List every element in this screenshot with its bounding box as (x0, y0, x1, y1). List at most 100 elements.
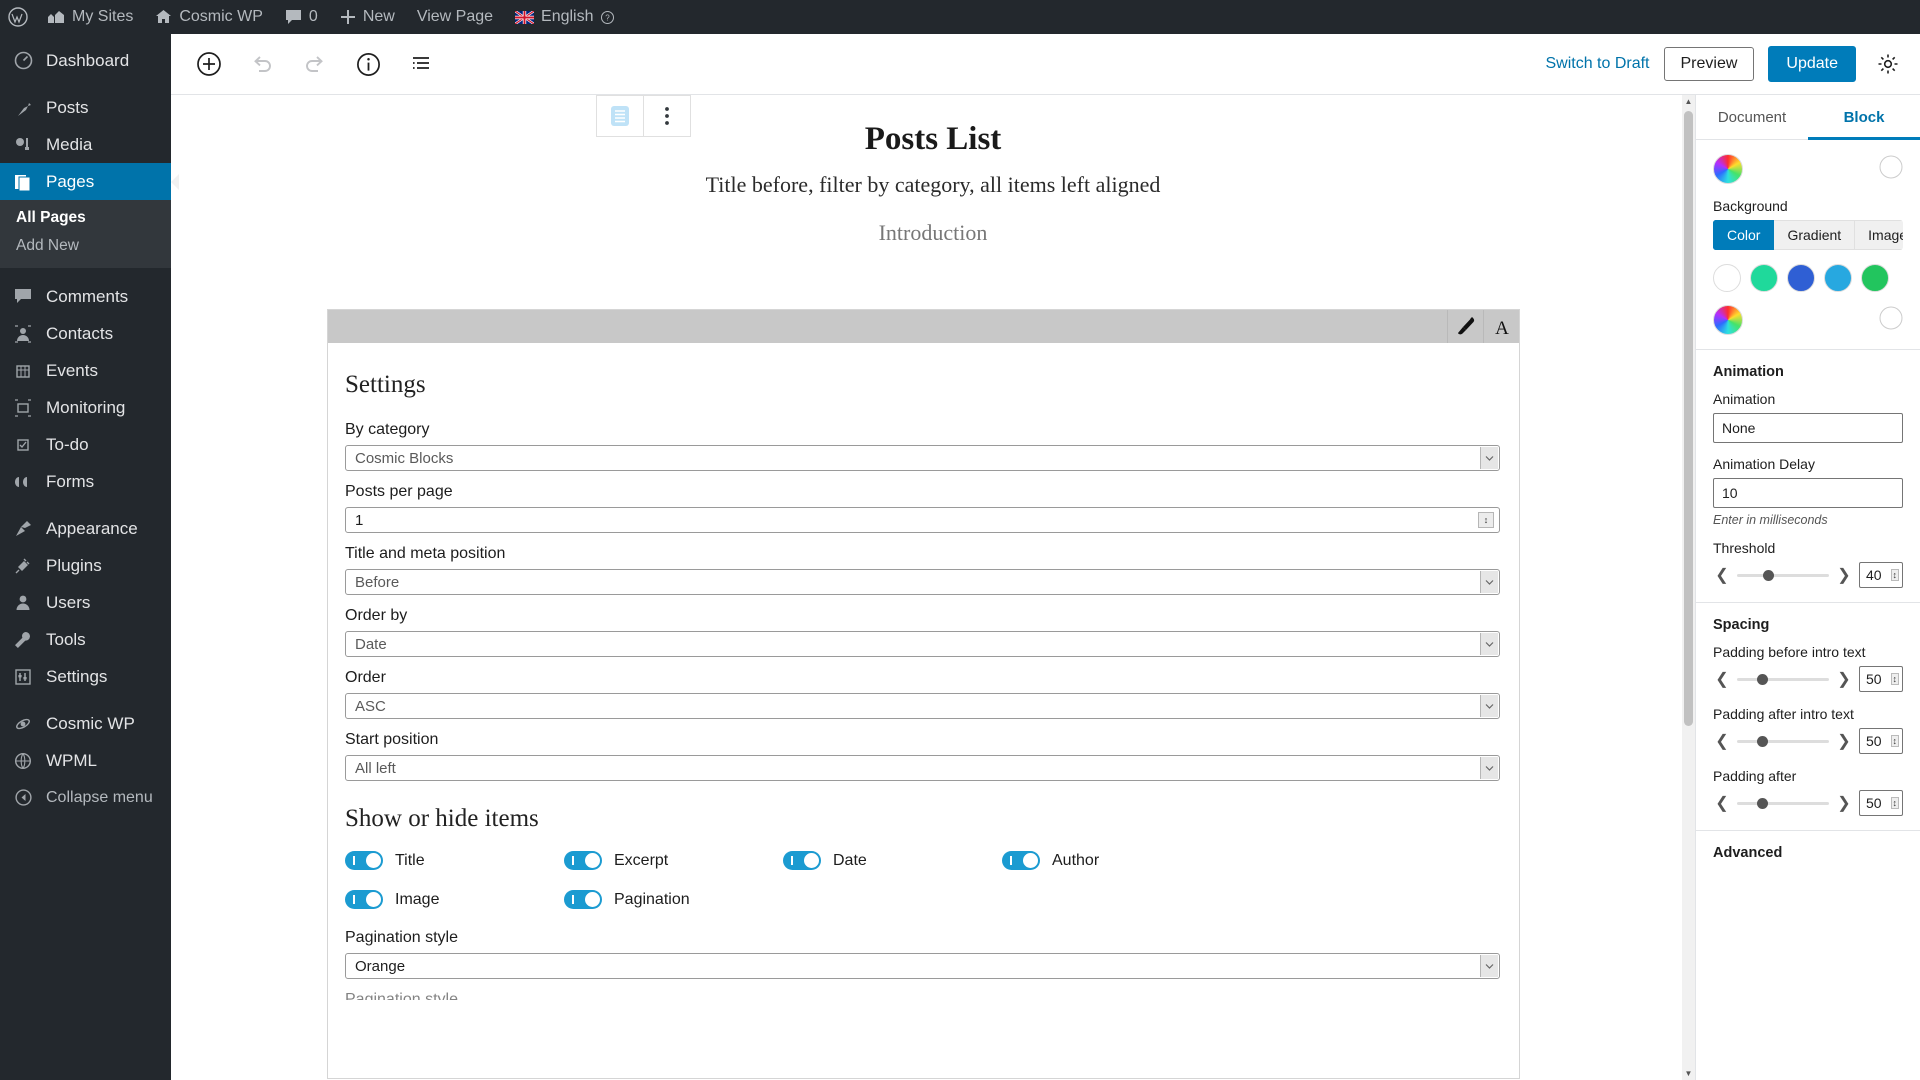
swatch-green[interactable] (1750, 264, 1778, 292)
posts-per-page-input[interactable]: 1 ↕ (345, 507, 1500, 533)
intro-text[interactable]: Introduction (171, 198, 1695, 246)
toggle-switch[interactable] (564, 851, 602, 870)
sidebar-item-events[interactable]: Events (0, 352, 171, 389)
typography-icon[interactable]: A (1483, 310, 1519, 343)
swatch-light-blue[interactable] (1824, 264, 1852, 292)
padding-after-slider[interactable] (1737, 797, 1829, 809)
toggle-author[interactable]: Author (1002, 851, 1221, 870)
padding-after-intro-slider[interactable] (1737, 735, 1829, 747)
toggle-image[interactable]: Image (345, 890, 564, 909)
chevron-left-icon[interactable]: ❮ (1713, 669, 1731, 689)
update-button[interactable]: Update (1768, 46, 1856, 82)
adminbar-new[interactable]: New (329, 0, 406, 34)
toggle-switch[interactable] (1002, 851, 1040, 870)
canvas-scrollbar[interactable]: ▲ ▼ (1682, 95, 1695, 1080)
sidebar-item-to-do[interactable]: To-do (0, 426, 171, 463)
sidebar-item-wpml[interactable]: WPML (0, 742, 171, 779)
sidebar-item-media[interactable]: Media (0, 126, 171, 163)
page-subtitle[interactable]: Title before, filter by category, all it… (171, 158, 1695, 198)
threshold-slider[interactable] (1737, 569, 1829, 581)
swatch-white[interactable] (1713, 264, 1741, 292)
settings-gear-icon[interactable] (1870, 46, 1906, 82)
number-stepper-icon[interactable]: ↕ (1478, 512, 1494, 528)
bg-tab-gradient[interactable]: Gradient (1774, 220, 1856, 250)
custom-color-swatch[interactable] (1713, 305, 1743, 335)
animation-select[interactable]: None (1713, 413, 1903, 443)
tab-document[interactable]: Document (1696, 95, 1808, 139)
submenu-item-all-pages[interactable]: All Pages (0, 204, 171, 232)
adminbar-comments[interactable]: 0 (274, 0, 329, 34)
chevron-right-icon[interactable]: ❯ (1835, 793, 1853, 813)
adminbar-language[interactable]: English ? (504, 0, 624, 34)
sidebar-item-pages[interactable]: Pages (0, 163, 179, 200)
scroll-up-icon[interactable]: ▲ (1682, 95, 1695, 108)
order-select[interactable]: ASC (345, 693, 1500, 719)
sidebar-item-cosmic-wp[interactable]: Cosmic WP (0, 705, 171, 742)
toggle-switch[interactable] (345, 851, 383, 870)
animation-delay-input[interactable]: 10 (1713, 478, 1903, 508)
sidebar-item-settings[interactable]: Settings (0, 658, 171, 695)
adminbar-my-sites[interactable]: My Sites (36, 0, 144, 34)
toggle-pagination[interactable]: Pagination (564, 890, 783, 909)
scroll-down-icon[interactable]: ▼ (1682, 1067, 1695, 1080)
advanced-section[interactable]: Advanced (1696, 831, 1920, 875)
color-options-icon[interactable] (1879, 155, 1903, 184)
collapse-menu-button[interactable]: Collapse menu (0, 779, 171, 816)
block-type-icon[interactable] (597, 96, 643, 136)
chevron-right-icon[interactable]: ❯ (1835, 669, 1853, 689)
number-stepper-icon[interactable]: ↕ (1890, 569, 1899, 581)
toggle-date[interactable]: Date (783, 851, 1002, 870)
sidebar-item-dashboard[interactable]: Dashboard (0, 42, 171, 79)
adminbar-wordpress-logo[interactable] (0, 0, 36, 34)
sidebar-item-monitoring[interactable]: Monitoring (0, 389, 171, 426)
undo-icon[interactable] (244, 46, 280, 82)
padding-before-intro-slider[interactable] (1737, 673, 1829, 685)
redo-icon[interactable] (297, 46, 333, 82)
chevron-right-icon[interactable]: ❯ (1835, 731, 1853, 751)
number-stepper-icon[interactable]: ↕ (1890, 797, 1899, 809)
submenu-item-add-new[interactable]: Add New (0, 232, 171, 260)
toggle-switch[interactable] (345, 890, 383, 909)
add-block-icon[interactable] (191, 46, 227, 82)
color-picker-swatch[interactable] (1713, 154, 1743, 184)
bg-tab-color[interactable]: Color (1713, 220, 1775, 250)
swatch-blue[interactable] (1787, 264, 1815, 292)
chevron-left-icon[interactable]: ❮ (1713, 731, 1731, 751)
toggle-excerpt[interactable]: Excerpt (564, 851, 783, 870)
sidebar-item-tools[interactable]: Tools (0, 621, 171, 658)
sidebar-item-forms[interactable]: Forms (0, 463, 171, 500)
sidebar-item-plugins[interactable]: Plugins (0, 547, 171, 584)
sidebar-item-comments[interactable]: Comments (0, 278, 171, 315)
order-by-select[interactable]: Date (345, 631, 1500, 657)
tab-block[interactable]: Block (1808, 95, 1920, 140)
by-category-select[interactable]: Cosmic Blocks (345, 445, 1500, 471)
sidebar-item-contacts[interactable]: Contacts (0, 315, 171, 352)
bg-tab-image[interactable]: Image (1855, 220, 1903, 250)
pagination-style-select[interactable]: Orange (345, 953, 1500, 979)
padding-before-intro-number[interactable]: 50 ↕ (1859, 666, 1903, 692)
custom-color-options-icon[interactable] (1879, 306, 1903, 335)
adminbar-view-page[interactable]: View Page (406, 0, 504, 34)
chevron-right-icon[interactable]: ❯ (1835, 565, 1853, 585)
adminbar-site-name[interactable]: Cosmic WP (144, 0, 274, 34)
help-icon[interactable]: ? (600, 10, 614, 24)
info-icon[interactable] (350, 46, 386, 82)
padding-after-number[interactable]: 50 ↕ (1859, 790, 1903, 816)
sidebar-item-appearance[interactable]: Appearance (0, 510, 171, 547)
more-options-icon[interactable] (644, 96, 690, 136)
number-stepper-icon[interactable]: ↕ (1890, 735, 1899, 747)
switch-to-draft-button[interactable]: Switch to Draft (1545, 55, 1649, 73)
canvas-scrollbar-thumb[interactable] (1684, 111, 1693, 726)
preview-button[interactable]: Preview (1663, 47, 1755, 81)
number-stepper-icon[interactable]: ↕ (1890, 673, 1899, 685)
toggle-switch[interactable] (783, 851, 821, 870)
page-title[interactable]: Posts List (171, 95, 1695, 158)
list-view-icon[interactable] (403, 46, 439, 82)
sidebar-item-users[interactable]: Users (0, 584, 171, 621)
threshold-number-input[interactable]: 40 ↕ (1859, 562, 1903, 588)
brush-icon[interactable] (1447, 310, 1483, 343)
title-meta-position-select[interactable]: Before (345, 569, 1500, 595)
chevron-left-icon[interactable]: ❮ (1713, 565, 1731, 585)
toggle-title[interactable]: Title (345, 851, 564, 870)
padding-after-intro-number[interactable]: 50 ↕ (1859, 728, 1903, 754)
